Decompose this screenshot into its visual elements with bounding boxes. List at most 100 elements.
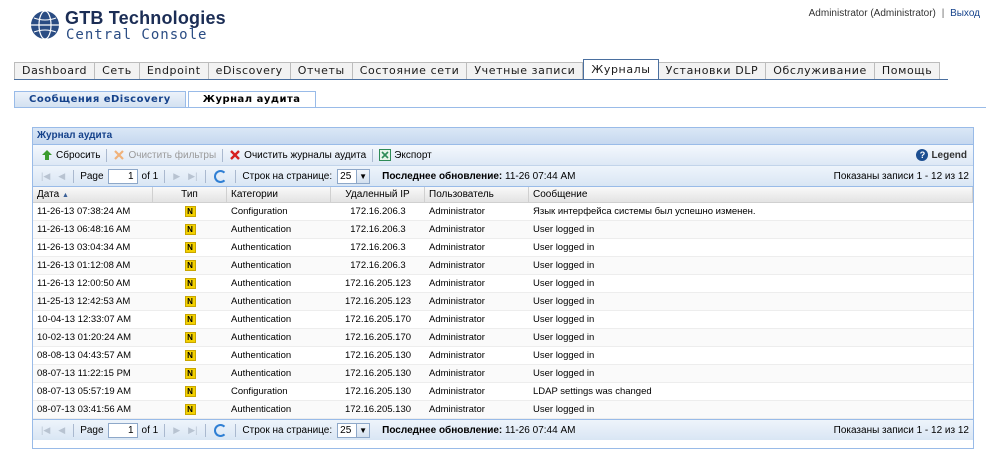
cell-category: Authentication — [231, 296, 292, 307]
page-number-input[interactable]: 1 — [107, 422, 138, 438]
cell-type: N — [153, 293, 227, 310]
page-number-input[interactable]: 1 — [107, 168, 138, 184]
sub-nav-tabs: Сообщения eDiscovery Журнал аудита — [14, 91, 318, 108]
cell-type: N — [153, 221, 227, 238]
subtab-ediscovery-messages[interactable]: Сообщения eDiscovery — [14, 91, 186, 108]
tab-accounts[interactable]: Учетные записи — [467, 62, 584, 80]
tab-reports[interactable]: Отчеты — [290, 62, 353, 80]
rows-per-page-select[interactable]: 25 ▼ — [337, 168, 371, 184]
export-button[interactable]: Экспорт — [375, 149, 436, 161]
table-row[interactable]: 08-08-13 04:43:57 AM N Authentication 17… — [33, 347, 973, 365]
tab-network[interactable]: Сеть — [95, 62, 140, 80]
cell-date: 08-07-13 03:41:56 AM — [37, 404, 132, 415]
cell-user: Administrator — [429, 296, 485, 307]
rows-per-page-value: 25 — [340, 170, 352, 182]
tab-logs[interactable]: Журналы — [583, 59, 659, 80]
reset-button[interactable]: Сбросить — [37, 149, 104, 161]
tab-help[interactable]: Помощь — [874, 62, 941, 80]
cell-remote-ip: 172.16.205.170 — [344, 332, 412, 343]
chevron-down-icon: ▼ — [356, 423, 370, 437]
rows-per-page-label: Строк на странице: — [242, 170, 333, 182]
clear-audit-logs-button[interactable]: Очистить журналы аудита — [225, 149, 370, 161]
cell-message: User logged in — [533, 242, 595, 253]
table-row[interactable]: 08-07-13 11:22:15 PM N Authentication 17… — [33, 365, 973, 383]
cell-date: 11-26-13 01:12:08 AM — [37, 260, 131, 271]
orange-x-icon — [113, 149, 125, 161]
table-row[interactable]: 10-02-13 01:20:24 AM N Authentication 17… — [33, 329, 973, 347]
toolbar-separator — [106, 148, 108, 162]
pager-separator — [164, 423, 166, 437]
last-page-icon[interactable]: ▶| — [184, 171, 201, 182]
sort-ascending-icon: ▲ — [61, 192, 69, 199]
table-row[interactable]: 08-07-13 05:57:19 AM N Configuration 172… — [33, 383, 973, 401]
page-label: Page — [80, 170, 104, 182]
column-header-message[interactable]: Сообщение — [529, 187, 973, 202]
column-header-date[interactable]: Дата ▲ — [33, 187, 153, 202]
cell-category: Configuration — [231, 206, 288, 217]
first-page-icon[interactable]: |◀ — [37, 171, 54, 182]
table-row[interactable]: 08-07-13 03:41:56 AM N Authentication 17… — [33, 401, 973, 419]
table-row[interactable]: 11-26-13 06:48:16 AM N Authentication 17… — [33, 221, 973, 239]
page-of-label: of 1 — [141, 170, 159, 182]
refresh-icon[interactable] — [214, 423, 228, 437]
main-tabs-divider — [14, 79, 948, 80]
cell-message: LDAP settings was changed — [533, 386, 652, 397]
next-page-icon[interactable]: ▶ — [169, 425, 184, 436]
app-logo: GTB Technologies Central Console — [30, 8, 230, 48]
chevron-down-icon: ▼ — [356, 169, 370, 183]
column-date-label: Дата — [37, 189, 60, 200]
tab-dashboard[interactable]: Dashboard — [14, 62, 96, 80]
tab-maintenance[interactable]: Обслуживание — [766, 62, 875, 80]
last-update-label: Последнее обновление: — [382, 424, 503, 436]
table-row[interactable]: 11-26-13 01:12:08 AM N Authentication 17… — [33, 257, 973, 275]
refresh-icon[interactable] — [214, 169, 228, 183]
prev-page-icon[interactable]: ◀ — [54, 171, 69, 182]
cell-date: 11-26-13 07:38:24 AM — [37, 206, 131, 217]
cell-user: Administrator — [429, 314, 485, 325]
column-header-remote-ip[interactable]: Удаленный IP — [331, 187, 425, 202]
audit-log-panel: Журнал аудита Сбросить Очистить фильтры … — [32, 127, 974, 449]
column-header-category[interactable]: Категории — [227, 187, 331, 202]
tab-dlp-settings[interactable]: Установки DLP — [658, 62, 767, 80]
tab-endpoint[interactable]: Endpoint — [139, 62, 209, 80]
prev-page-icon[interactable]: ◀ — [54, 425, 69, 436]
rows-per-page-value: 25 — [340, 424, 352, 436]
cell-date: 11-26-13 06:48:16 AM — [37, 224, 131, 235]
clear-filters-button[interactable]: Очистить фильтры — [109, 149, 220, 161]
pager-separator — [235, 423, 237, 437]
grid-header: Дата ▲ Тип Категории Удаленный IP Пользо… — [33, 187, 973, 203]
last-page-icon[interactable]: ▶| — [184, 425, 201, 436]
last-update: Последнее обновление: 11-26 07:44 AM — [382, 171, 575, 182]
legend-button[interactable]: ? Legend — [916, 149, 967, 161]
cell-remote-ip: 172.16.205.123 — [344, 278, 412, 289]
logout-link[interactable]: Выход — [950, 8, 980, 19]
main-nav-tabs: Dashboard Сеть Endpoint eDiscovery Отчет… — [14, 59, 941, 80]
user-bar: Administrator (Administrator) | Выход — [809, 8, 980, 19]
cell-message: User logged in — [533, 278, 595, 289]
cell-remote-ip: 172.16.205.130 — [344, 368, 412, 379]
cell-remote-ip: 172.16.206.3 — [350, 260, 406, 271]
first-page-icon[interactable]: |◀ — [37, 425, 54, 436]
next-page-icon[interactable]: ▶ — [169, 171, 184, 182]
table-row[interactable]: 11-26-13 03:04:34 AM N Authentication 17… — [33, 239, 973, 257]
table-row[interactable]: 11-25-13 12:42:53 AM N Authentication 17… — [33, 293, 973, 311]
rows-per-page-select[interactable]: 25 ▼ — [337, 422, 371, 438]
table-row[interactable]: 11-26-13 12:00:50 AM N Authentication 17… — [33, 275, 973, 293]
normal-severity-badge: N — [184, 349, 196, 361]
tab-network-status[interactable]: Состояние сети — [352, 62, 468, 80]
globe-logo-icon — [31, 10, 59, 40]
column-header-type[interactable]: Тип — [153, 187, 227, 202]
table-row[interactable]: 11-26-13 07:38:24 AM N Configuration 172… — [33, 203, 973, 221]
cell-category: Authentication — [231, 224, 292, 235]
normal-severity-badge: N — [184, 277, 196, 289]
panel-toolbar: Сбросить Очистить фильтры Очистить журна… — [33, 145, 973, 166]
column-header-user[interactable]: Пользователь — [425, 187, 529, 202]
table-row[interactable]: 10-04-13 12:33:07 AM N Authentication 17… — [33, 311, 973, 329]
panel-title: Журнал аудита — [33, 128, 973, 145]
cell-date: 11-25-13 12:42:53 AM — [37, 296, 131, 307]
tab-ediscovery[interactable]: eDiscovery — [208, 62, 291, 80]
cell-type: N — [153, 239, 227, 256]
subtab-audit-log[interactable]: Журнал аудита — [187, 91, 316, 108]
cell-type: N — [153, 311, 227, 328]
normal-severity-badge: N — [184, 403, 196, 415]
